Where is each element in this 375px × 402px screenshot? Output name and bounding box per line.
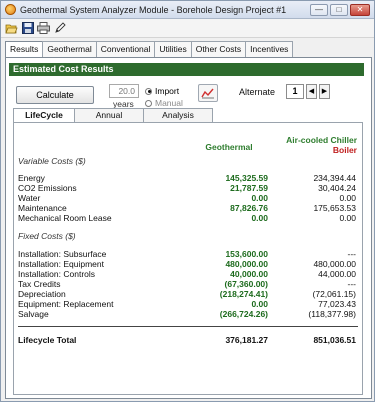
alternate-label: Alternate [239, 87, 276, 97]
import-radio[interactable] [145, 87, 152, 95]
minimize-button[interactable]: — [310, 3, 328, 16]
alternate-prev-button[interactable]: ◀ [306, 84, 317, 99]
tab-geothermal[interactable]: Geothermal [42, 41, 97, 57]
table-row: Maintenance 87,826.76 175,653.53 [18, 203, 356, 213]
main-tabs: Results Geothermal Conventional Utilitie… [5, 41, 294, 58]
toolbar [1, 19, 374, 38]
lifecycle-total-row: Lifecycle Total 376,181.27 851,036.51 [18, 335, 356, 345]
close-button[interactable]: ✕ [350, 3, 370, 16]
alternate-next-button[interactable]: ▶ [319, 84, 330, 99]
air-cooled-chiller-header: Air-cooled Chiller [286, 135, 357, 145]
subtab-analysis[interactable]: Analysis [143, 108, 213, 122]
manual-radio[interactable] [145, 99, 152, 107]
save-icon[interactable] [21, 22, 34, 35]
total-divider [18, 326, 358, 327]
table-row: Mechanical Room Lease 0.00 0.00 [18, 213, 356, 223]
geothermal-header: Geothermal [205, 142, 253, 152]
app-window: Geothermal System Analyzer Module - Bore… [0, 0, 375, 402]
tab-utilities[interactable]: Utilities [154, 41, 192, 57]
table-row: Water 0.00 0.00 [18, 193, 356, 203]
chart-icon[interactable] [198, 84, 218, 102]
table-row: Installation: Equipment 480,000.00 480,0… [18, 259, 356, 269]
table-row: CO2 Emissions 21,787.59 30,404.24 [18, 183, 356, 193]
tab-other-costs[interactable]: Other Costs [190, 41, 247, 57]
table-row: Installation: Subsurface 153,600.00 --- [18, 249, 356, 259]
table-row: Installation: Controls 40,000.00 44,000.… [18, 269, 356, 279]
lifecycle-table: Geothermal Air-cooled Chiller Boiler Var… [13, 122, 363, 395]
subtab-annual[interactable]: Annual [74, 108, 144, 122]
subtab-lifecycle[interactable]: LifeCycle [13, 108, 75, 122]
edit-icon[interactable] [53, 22, 66, 35]
alternate-value[interactable]: 1 [286, 84, 304, 99]
table-row: Depreciation (218,274.41) (72,061.15) [18, 289, 356, 299]
section-title: Estimated Cost Results [9, 63, 364, 76]
maximize-button[interactable]: □ [330, 3, 348, 16]
tab-incentives[interactable]: Incentives [245, 41, 294, 57]
import-option[interactable]: Import [145, 86, 179, 96]
boiler-header: Boiler [332, 145, 357, 155]
sub-tabs: LifeCycle Annual Analysis [13, 108, 213, 122]
app-icon [5, 4, 16, 15]
print-icon[interactable] [37, 22, 50, 35]
years-input[interactable]: 20.0 [109, 84, 139, 98]
tab-conventional[interactable]: Conventional [95, 41, 156, 57]
calculate-button[interactable]: Calculate [16, 86, 94, 104]
manual-label: Manual [155, 98, 183, 108]
table-row: Salvage (266,724.26) (118,377.98) [18, 309, 356, 319]
tab-results[interactable]: Results [5, 41, 44, 58]
title-bar: Geothermal System Analyzer Module - Bore… [1, 1, 374, 19]
window-title: Geothermal System Analyzer Module - Bore… [20, 4, 287, 15]
variable-costs-label: Variable Costs ($) [18, 156, 86, 166]
table-row: Tax Credits (67,360.00) --- [18, 279, 356, 289]
fixed-costs-label: Fixed Costs ($) [18, 231, 76, 241]
import-label: Import [155, 86, 180, 96]
open-icon[interactable] [5, 22, 18, 35]
manual-option[interactable]: Manual [145, 98, 183, 108]
table-row: Energy 145,325.59 234,394.44 [18, 173, 356, 183]
results-panel: Estimated Cost Results Calculate 20.0 ye… [5, 57, 372, 399]
table-row: Equipment: Replacement 0.00 77,023.43 [18, 299, 356, 309]
